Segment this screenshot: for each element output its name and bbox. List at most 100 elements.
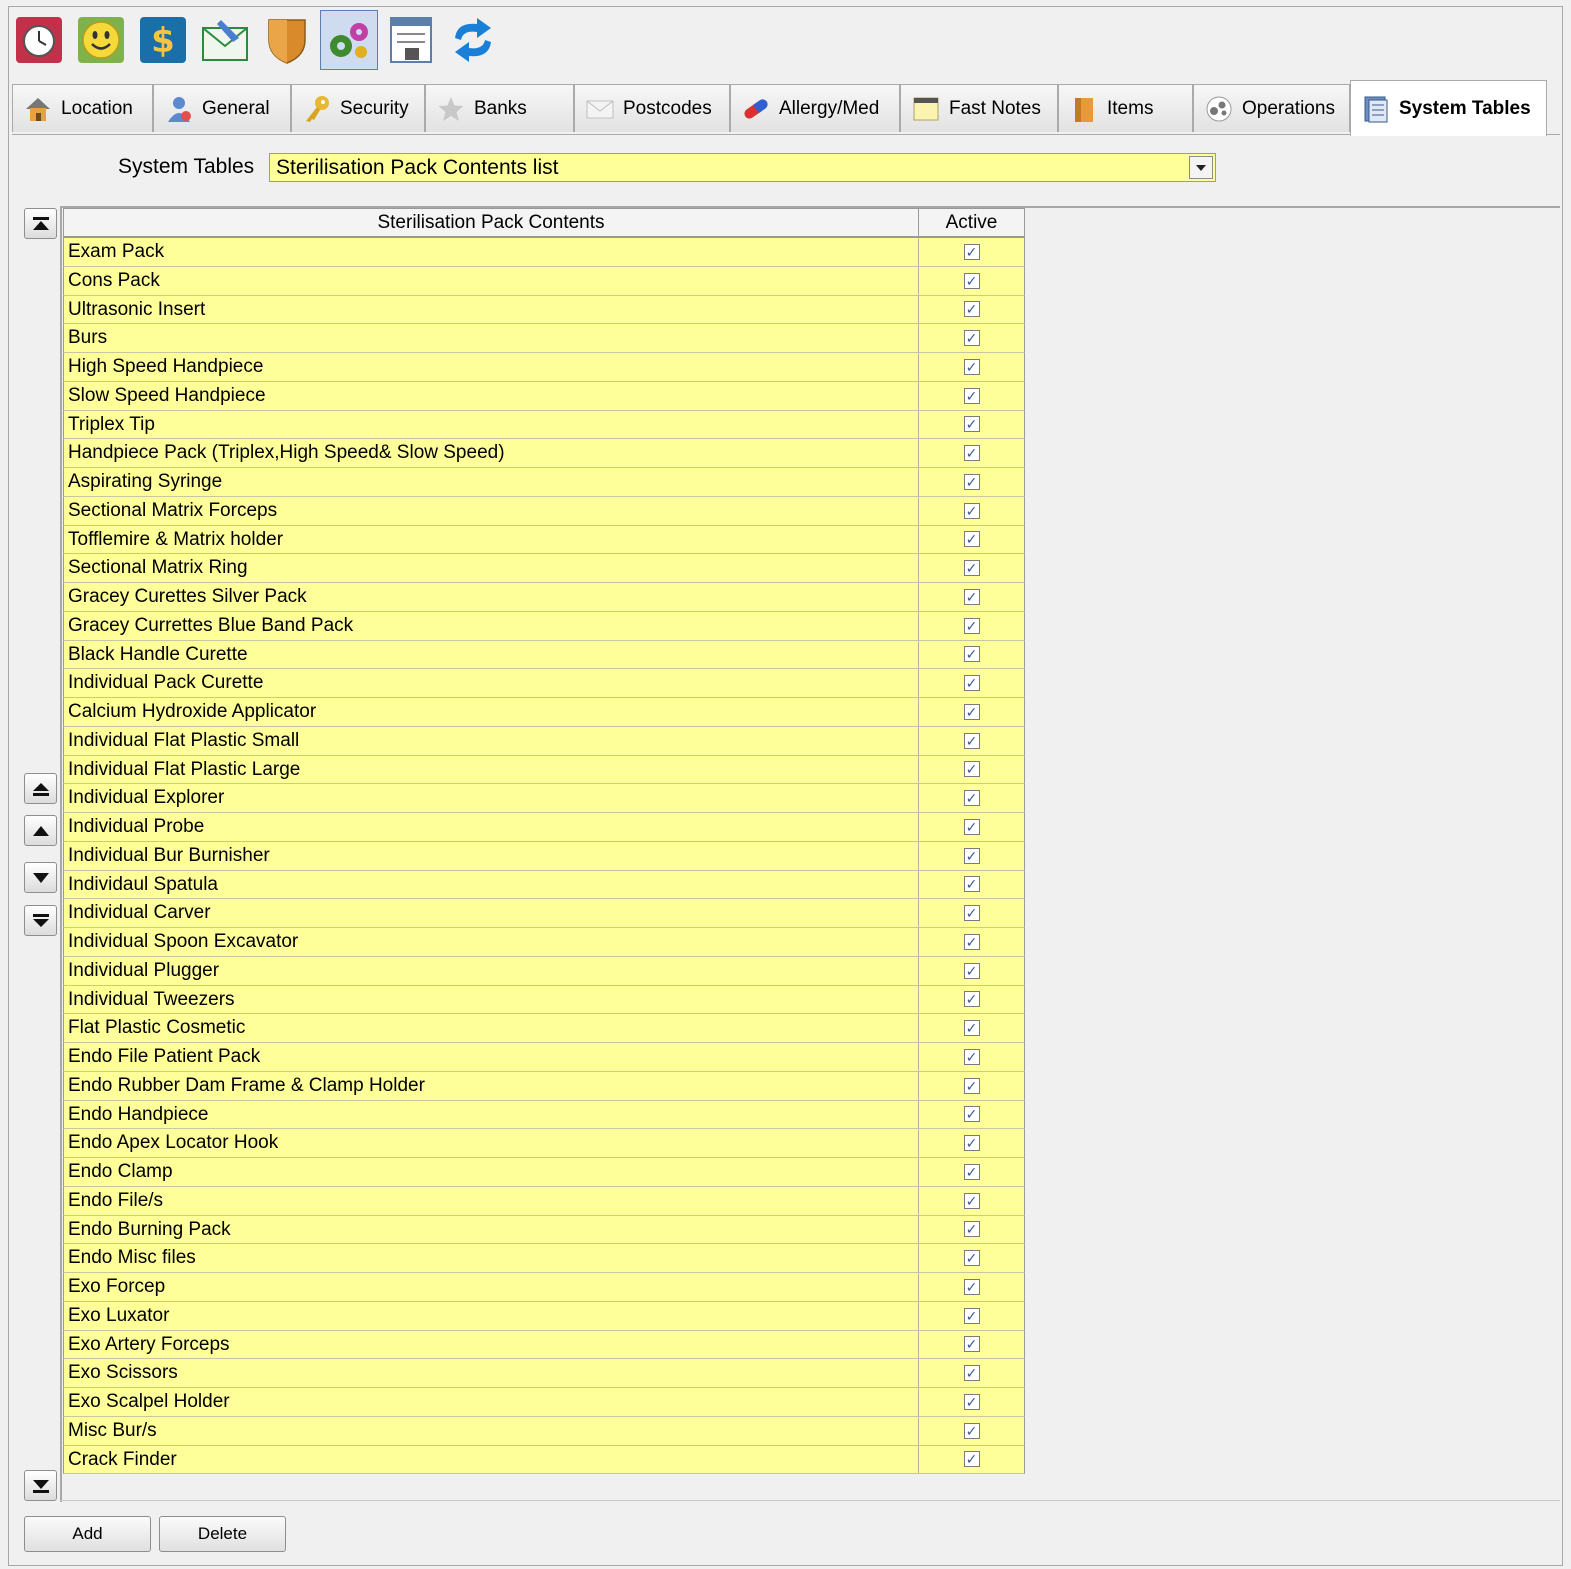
pack-content-cell[interactable]: Handpiece Pack (Triplex,High Speed& Slow… <box>64 439 919 467</box>
pack-content-cell[interactable]: Individual Probe <box>64 813 919 841</box>
table-row[interactable]: Individual Explorer ✓ <box>63 784 1025 813</box>
table-row[interactable]: Endo Misc files ✓ <box>63 1244 1025 1273</box>
table-row[interactable]: Exo Luxator ✓ <box>63 1301 1025 1331</box>
table-row[interactable]: Individual Carver ✓ <box>63 899 1025 928</box>
active-checkbox[interactable]: ✓ <box>963 1020 980 1037</box>
pack-content-cell[interactable]: High Speed Handpiece <box>64 353 919 381</box>
table-row[interactable]: Tofflemire & Matrix holder ✓ <box>63 525 1025 555</box>
table-row[interactable]: Exo Scissors ✓ <box>63 1359 1025 1388</box>
pack-content-cell[interactable]: Tofflemire & Matrix holder <box>64 525 919 554</box>
active-checkbox[interactable]: ✓ <box>963 991 980 1008</box>
column-header-contents[interactable]: Sterilisation Pack Contents <box>64 209 919 236</box>
active-checkbox[interactable]: ✓ <box>963 1278 980 1295</box>
table-row[interactable]: Endo File/s ✓ <box>63 1186 1025 1216</box>
move-first-icon[interactable] <box>24 208 57 239</box>
active-checkbox[interactable]: ✓ <box>963 531 980 548</box>
tab-allergy-med[interactable]: Allergy/Med <box>730 84 900 132</box>
pack-content-cell[interactable]: Exo Artery Forceps <box>64 1330 919 1359</box>
active-checkbox[interactable]: ✓ <box>963 818 980 835</box>
active-checkbox[interactable]: ✓ <box>963 560 980 577</box>
pack-content-cell[interactable]: Individual Spoon Excavator <box>64 928 919 956</box>
pack-content-cell[interactable]: Calcium Hydroxide Applicator <box>64 698 919 726</box>
pack-content-cell[interactable]: Endo Rubber Dam Frame & Clamp Holder <box>64 1071 919 1100</box>
pack-content-cell[interactable]: Individual Bur Burnisher <box>64 841 919 870</box>
pack-content-cell[interactable]: Individaul Spatula <box>64 870 919 899</box>
tab-general[interactable]: General <box>153 84 291 132</box>
tab-location[interactable]: Location <box>12 84 153 132</box>
table-row[interactable]: Endo Rubber Dam Frame & Clamp Holder ✓ <box>63 1071 1025 1101</box>
table-row[interactable]: Endo Apex Locator Hook ✓ <box>63 1129 1025 1158</box>
table-row[interactable]: Individual Flat Plastic Small ✓ <box>63 726 1025 756</box>
pack-content-cell[interactable]: Sectional Matrix Forceps <box>64 496 919 525</box>
active-checkbox[interactable]: ✓ <box>963 962 980 979</box>
table-row[interactable]: Individual Spoon Excavator ✓ <box>63 928 1025 957</box>
active-checkbox[interactable]: ✓ <box>963 933 980 950</box>
pack-content-cell[interactable]: Individual Explorer <box>64 784 919 812</box>
table-row[interactable]: Handpiece Pack (Triplex,High Speed& Slow… <box>63 439 1025 468</box>
table-row[interactable]: Slow Speed Handpiece ✓ <box>63 381 1025 411</box>
tab-items[interactable]: Items <box>1058 84 1193 132</box>
pack-content-cell[interactable]: Aspirating Syringe <box>64 468 919 496</box>
active-checkbox[interactable]: ✓ <box>963 387 980 404</box>
active-checkbox[interactable]: ✓ <box>963 876 980 893</box>
refresh-sync-icon[interactable] <box>444 10 502 70</box>
tab-security[interactable]: Security <box>291 84 425 132</box>
table-row[interactable]: Individual Plugger ✓ <box>63 956 1025 986</box>
table-row[interactable]: Individual Pack Curette ✓ <box>63 669 1025 698</box>
pack-content-cell[interactable]: Individual Tweezers <box>64 985 919 1014</box>
active-checkbox[interactable]: ✓ <box>963 646 980 663</box>
table-row[interactable]: Flat Plastic Cosmetic ✓ <box>63 1014 1025 1043</box>
active-checkbox[interactable]: ✓ <box>963 732 980 749</box>
pack-content-cell[interactable]: Crack Finder <box>64 1445 919 1474</box>
pack-content-cell[interactable]: Endo Burning Pack <box>64 1215 919 1244</box>
table-row[interactable]: Exo Scalpel Holder ✓ <box>63 1388 1025 1417</box>
move-down-icon[interactable] <box>24 862 57 893</box>
pack-content-cell[interactable]: Individual Pack Curette <box>64 669 919 697</box>
pack-content-cell[interactable]: Individual Flat Plastic Large <box>64 755 919 784</box>
table-row[interactable]: Gracey Currettes Blue Band Pack ✓ <box>63 611 1025 641</box>
pack-content-cell[interactable]: Endo Apex Locator Hook <box>64 1129 919 1157</box>
gears-setup-icon[interactable] <box>320 10 378 70</box>
active-checkbox[interactable]: ✓ <box>963 1048 980 1065</box>
active-checkbox[interactable]: ✓ <box>963 1192 980 1209</box>
active-checkbox[interactable]: ✓ <box>963 905 980 922</box>
table-row[interactable]: Exo Artery Forceps ✓ <box>63 1330 1025 1360</box>
tab-postcodes[interactable]: Postcodes <box>574 84 730 132</box>
pack-content-cell[interactable]: Endo File/s <box>64 1186 919 1215</box>
table-row[interactable]: Triplex Tip ✓ <box>63 410 1025 440</box>
tab-system-tables[interactable]: System Tables <box>1350 80 1547 136</box>
pack-content-cell[interactable]: Individual Flat Plastic Small <box>64 726 919 755</box>
mail-letters-icon[interactable] <box>196 10 254 70</box>
pack-content-cell[interactable]: Flat Plastic Cosmetic <box>64 1014 919 1042</box>
active-checkbox[interactable]: ✓ <box>963 1221 980 1238</box>
active-checkbox[interactable]: ✓ <box>963 761 980 778</box>
pack-content-cell[interactable]: Individual Plugger <box>64 956 919 985</box>
table-row[interactable]: Sectional Matrix Ring ✓ <box>63 554 1025 583</box>
pack-content-cell[interactable]: Triplex Tip <box>64 410 919 439</box>
active-checkbox[interactable]: ✓ <box>963 502 980 519</box>
active-checkbox[interactable]: ✓ <box>963 1451 980 1468</box>
pack-content-cell[interactable]: Slow Speed Handpiece <box>64 381 919 410</box>
active-checkbox[interactable]: ✓ <box>963 617 980 634</box>
active-checkbox[interactable]: ✓ <box>963 1393 980 1410</box>
active-checkbox[interactable]: ✓ <box>963 847 980 864</box>
table-row[interactable]: Crack Finder ✓ <box>63 1445 1025 1475</box>
table-row[interactable]: Ultrasonic Insert ✓ <box>63 295 1025 325</box>
chevron-down-icon[interactable] <box>1189 156 1213 179</box>
pack-content-cell[interactable]: Endo File Patient Pack <box>64 1043 919 1071</box>
active-checkbox[interactable]: ✓ <box>963 588 980 605</box>
pack-content-cell[interactable]: Burs <box>64 324 919 352</box>
active-checkbox[interactable]: ✓ <box>963 445 980 462</box>
pack-content-cell[interactable]: Exo Scissors <box>64 1359 919 1387</box>
table-row[interactable]: Individual Probe ✓ <box>63 813 1025 842</box>
table-row[interactable]: Endo Burning Pack ✓ <box>63 1215 1025 1245</box>
active-checkbox[interactable]: ✓ <box>963 1365 980 1382</box>
active-checkbox[interactable]: ✓ <box>963 1250 980 1267</box>
pack-content-cell[interactable]: Gracey Currettes Blue Band Pack <box>64 611 919 640</box>
table-row[interactable]: Cons Pack ✓ <box>63 266 1025 296</box>
delete-button[interactable]: Delete <box>159 1516 286 1552</box>
active-checkbox[interactable]: ✓ <box>963 243 980 260</box>
system-table-select[interactable]: Sterilisation Pack Contents list <box>269 153 1216 182</box>
table-row[interactable]: Individual Flat Plastic Large ✓ <box>63 755 1025 785</box>
active-checkbox[interactable]: ✓ <box>963 1077 980 1094</box>
